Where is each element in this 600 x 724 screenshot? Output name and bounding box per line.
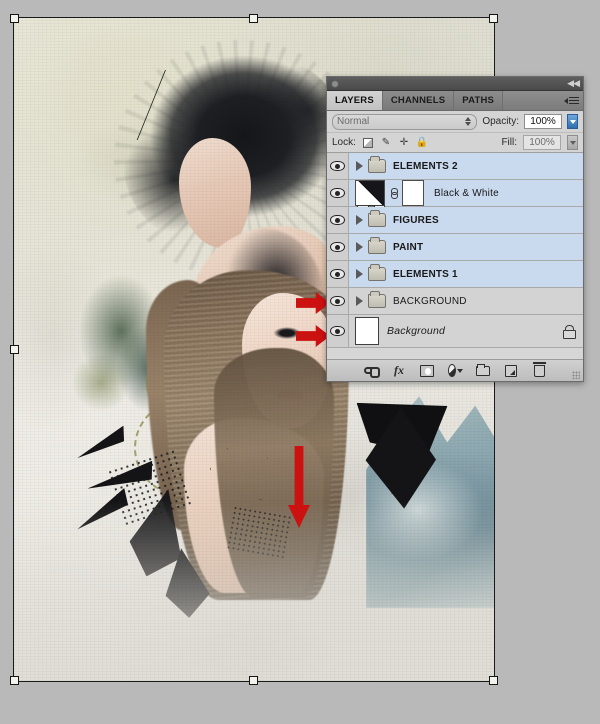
layer-visibility-toggle[interactable] — [327, 153, 349, 179]
collapse-arrows-icon[interactable]: ◀◀ — [567, 78, 580, 89]
fill-label: Fill: — [501, 137, 517, 148]
lock-position-icon[interactable]: ✛ — [398, 137, 410, 149]
layer-visibility-toggle[interactable] — [327, 261, 349, 287]
table-row[interactable]: ELEMENTS 2 — [327, 153, 583, 180]
transform-handle-bottom-right[interactable] — [489, 676, 498, 685]
table-row[interactable]: Background — [327, 315, 583, 348]
fill-dropdown-icon[interactable] — [567, 135, 578, 150]
transform-handle-bottom-left[interactable] — [10, 676, 19, 685]
eye-icon[interactable] — [330, 296, 345, 306]
transform-handle-middle-left[interactable] — [10, 345, 19, 354]
trash-icon[interactable] — [532, 361, 547, 378]
group-disclosure-icon[interactable] — [356, 242, 363, 252]
layer-name[interactable]: FIGURES — [393, 215, 439, 226]
blend-mode-value: Normal — [337, 116, 370, 127]
layer-name[interactable]: ELEMENTS 2 — [393, 161, 458, 172]
eye-icon[interactable] — [330, 161, 345, 171]
table-row[interactable]: PAINT — [327, 234, 583, 261]
link-icon[interactable] — [364, 363, 380, 378]
group-disclosure-icon[interactable] — [356, 161, 363, 171]
eye-icon[interactable] — [330, 242, 345, 252]
eye-icon[interactable] — [330, 269, 345, 279]
layer-visibility-toggle[interactable] — [327, 234, 349, 260]
fill-input[interactable]: 100% — [523, 135, 561, 150]
folder-icon — [368, 237, 386, 254]
lock-image-pixels-icon[interactable]: ✎ — [380, 137, 392, 149]
tab-paths[interactable]: PATHS — [454, 91, 504, 110]
new-layer-icon[interactable] — [504, 363, 519, 378]
panel-title-bar[interactable]: ◀◀ — [327, 77, 583, 91]
lock-label: Lock: — [332, 137, 356, 148]
folder-icon[interactable] — [476, 363, 491, 378]
folder-icon — [368, 291, 386, 308]
adjustment-thumbnail-icon[interactable] — [355, 180, 385, 214]
layer-visibility-toggle[interactable] — [327, 180, 349, 206]
layer-mask-thumbnail[interactable] — [402, 180, 424, 206]
folder-icon — [368, 156, 386, 173]
mask-icon[interactable] — [420, 363, 435, 378]
layer-visibility-toggle[interactable] — [327, 315, 349, 347]
layer-name[interactable]: Background — [387, 325, 445, 337]
folder-icon — [368, 264, 386, 281]
transform-handle-bottom-center[interactable] — [249, 676, 258, 685]
group-disclosure-icon[interactable] — [356, 296, 363, 306]
layer-visibility-toggle[interactable] — [327, 288, 349, 314]
layer-visibility-toggle[interactable] — [327, 207, 349, 233]
adjustment-icon[interactable] — [447, 363, 463, 378]
panel-menu-icon[interactable] — [563, 95, 579, 107]
eye-icon[interactable] — [330, 215, 345, 225]
blend-mode-stepper-icon[interactable] — [465, 116, 472, 126]
group-disclosure-icon[interactable] — [356, 269, 363, 279]
blend-mode-row: Normal Opacity: 100% — [327, 111, 583, 133]
blend-mode-select[interactable]: Normal — [332, 113, 478, 130]
opacity-input[interactable]: 100% — [524, 114, 562, 129]
layers-panel[interactable]: ◀◀ LAYERS CHANNELS PATHS Normal Opacity:… — [326, 76, 584, 382]
locked-layer-icon — [563, 325, 576, 339]
layer-name[interactable]: ELEMENTS 1 — [393, 269, 458, 280]
layers-panel-footer: fx — [327, 359, 583, 381]
transform-handle-top-center[interactable] — [249, 14, 258, 23]
table-row[interactable]: Black & White — [327, 180, 583, 214]
opacity-label: Opacity: — [482, 116, 519, 127]
table-row[interactable]: FIGURES — [327, 207, 583, 234]
lock-row: Lock: ✎ ✛ 🔒 Fill: 100% — [327, 133, 583, 153]
tab-channels[interactable]: CHANNELS — [382, 91, 455, 110]
eye-icon[interactable] — [330, 188, 345, 198]
panel-close-icon[interactable] — [331, 79, 339, 88]
layer-name[interactable]: BACKGROUND — [393, 296, 467, 307]
link-mask-icon[interactable] — [390, 185, 399, 201]
layer-name[interactable]: PAINT — [393, 242, 423, 253]
tab-layers[interactable]: LAYERS — [327, 91, 383, 110]
folder-icon — [368, 210, 386, 227]
layer-name[interactable]: Black & White — [434, 188, 499, 199]
lock-all-icon[interactable]: 🔒 — [416, 137, 428, 149]
layers-list[interactable]: ELEMENTS 2 Black & White FIGURES PAINT E… — [327, 153, 583, 359]
layer-thumbnail[interactable] — [355, 317, 379, 345]
eye-icon[interactable] — [330, 326, 345, 336]
transform-handle-top-left[interactable] — [10, 14, 19, 23]
fx-icon[interactable]: fx — [392, 363, 407, 378]
opacity-dropdown-icon[interactable] — [567, 114, 578, 129]
resize-grip-icon[interactable] — [572, 371, 580, 379]
transform-handle-top-right[interactable] — [489, 14, 498, 23]
lock-transparent-pixels-icon[interactable] — [362, 137, 374, 149]
group-disclosure-icon[interactable] — [356, 215, 363, 225]
table-row[interactable]: BACKGROUND — [327, 288, 583, 315]
panel-tab-strip[interactable]: LAYERS CHANNELS PATHS — [327, 91, 583, 111]
table-row[interactable]: ELEMENTS 1 — [327, 261, 583, 288]
